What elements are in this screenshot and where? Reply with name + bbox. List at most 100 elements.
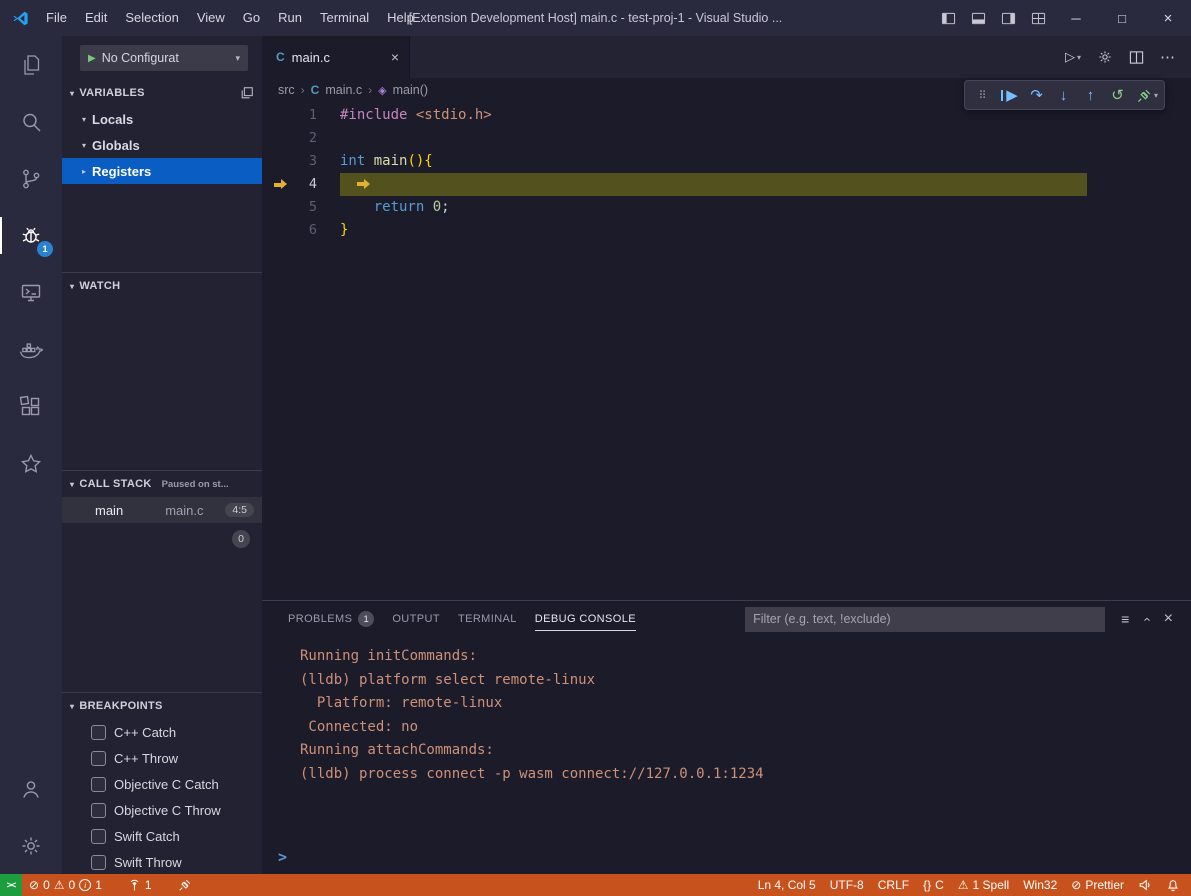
platform[interactable]: Win32 — [1016, 874, 1064, 896]
notifications-bell-icon[interactable] — [1159, 874, 1187, 896]
menu-edit[interactable]: Edit — [76, 0, 116, 36]
remote-explorer-icon[interactable] — [0, 264, 62, 321]
language-mode[interactable]: {}C — [916, 874, 951, 896]
toggle-secondary-sidebar-icon[interactable] — [993, 0, 1023, 36]
breakpoint-item[interactable]: C++ Throw — [62, 745, 262, 771]
variables-scope-registers[interactable]: ▸Registers — [62, 158, 262, 184]
debug-session-status[interactable] — [171, 874, 199, 896]
close-button[interactable]: × — [1145, 0, 1191, 36]
ports-status[interactable]: 1 — [121, 874, 159, 896]
breakpoint-item[interactable]: Swift Throw — [62, 849, 262, 874]
inline-breakpoint-icon[interactable] — [357, 178, 374, 190]
panel-tab-debug-console[interactable]: DEBUG CONSOLE — [535, 601, 636, 637]
tab-main-c[interactable]: C main.c × — [262, 36, 410, 78]
checkbox-unchecked[interactable] — [91, 751, 106, 766]
maximize-button[interactable]: □ — [1099, 0, 1145, 36]
eol[interactable]: CRLF — [871, 874, 916, 896]
breakpoints-header[interactable]: ▾ BREAKPOINTS — [62, 693, 262, 719]
spell-status[interactable]: ⚠1 Spell — [951, 874, 1016, 896]
close-panel-icon[interactable]: × — [1164, 610, 1173, 628]
cursor-position[interactable]: Ln 4, Col 5 — [751, 874, 823, 896]
line-number: 2 — [262, 127, 317, 150]
star-icon[interactable] — [0, 435, 62, 492]
callstack-header[interactable]: ▾ CALL STACK Paused on st... — [62, 471, 262, 497]
announcement-icon[interactable] — [1131, 874, 1159, 896]
continue-icon[interactable]: ▶ — [996, 82, 1023, 108]
code-line-4[interactable]: 4 printf("hello wamr-ide\n"); — [262, 173, 1191, 196]
start-debugging-icon[interactable]: ▶ — [88, 53, 96, 64]
menu-go[interactable]: Go — [234, 0, 269, 36]
extensions-icon[interactable] — [0, 378, 62, 435]
code-line-3[interactable]: 3int main(){ — [262, 150, 1191, 173]
editor-settings-gear-icon[interactable] — [1097, 49, 1113, 65]
breakpoint-item[interactable]: Objective C Catch — [62, 771, 262, 797]
toggle-panel-icon[interactable] — [963, 0, 993, 36]
chevron-down-icon: ▾ — [82, 115, 86, 124]
panel-tab-terminal[interactable]: TERMINAL — [458, 601, 517, 637]
chevron-down-icon[interactable]: ▾ — [1154, 91, 1158, 100]
breakpoint-item[interactable]: Swift Catch — [62, 823, 262, 849]
split-editor-icon[interactable] — [1129, 50, 1144, 65]
encoding[interactable]: UTF-8 — [823, 874, 871, 896]
checkbox-unchecked[interactable] — [91, 829, 106, 844]
menu-terminal[interactable]: Terminal — [311, 0, 378, 36]
breadcrumb-symbol[interactable]: main() — [393, 83, 428, 97]
problems-status[interactable]: ⊘ 0 ⚠ 0 i 1 — [22, 874, 109, 896]
variables-scope-globals[interactable]: ▾Globals — [62, 132, 262, 158]
variables-scope-locals[interactable]: ▾Locals — [62, 106, 262, 132]
step-out-icon[interactable]: ↑ — [1077, 82, 1104, 108]
breakpoint-item[interactable]: C++ Catch — [62, 719, 262, 745]
breadcrumb-file[interactable]: main.c — [325, 83, 362, 97]
prettier[interactable]: ⊘Prettier — [1064, 874, 1131, 896]
customize-layout-icon[interactable] — [1023, 0, 1053, 36]
more-actions-icon[interactable]: ⋯ — [1160, 48, 1175, 66]
statusbar: >< ⊘ 0 ⚠ 0 i 1 1 Ln 4, Col 5UTF-8CRLF{}C… — [0, 874, 1191, 896]
toggle-sidebar-icon[interactable] — [933, 0, 963, 36]
debug-config-dropdown[interactable]: ▶ No Configurat ▾ — [80, 45, 248, 71]
panel-tab-problems[interactable]: PROBLEMS1 — [288, 601, 374, 637]
panel-tab-output[interactable]: OUTPUT — [392, 601, 440, 637]
code-line-5[interactable]: 5 return 0; — [262, 196, 1191, 219]
step-into-icon[interactable]: ↓ — [1050, 82, 1077, 108]
debug-console-output[interactable]: Running initCommands:(lldb) platform sel… — [262, 637, 1191, 844]
callstack-frame[interactable]: mainmain.c4:5 — [62, 497, 262, 523]
debug-toolbar: ⠿ ▶ ↷ ↓ ↑ ↺ ▾ — [964, 80, 1165, 110]
toolbar-drag-grip[interactable]: ⠿ — [969, 82, 996, 108]
close-tab-icon[interactable]: × — [391, 49, 399, 65]
menu-selection[interactable]: Selection — [116, 0, 187, 36]
code-line-6[interactable]: 6} — [262, 219, 1191, 242]
debug-console-filter-input[interactable] — [745, 607, 1105, 632]
minimize-button[interactable]: ─ — [1053, 0, 1099, 36]
filter-options-icon[interactable]: ≡ — [1121, 611, 1129, 627]
remote-indicator[interactable]: >< — [0, 874, 22, 896]
breakpoint-item[interactable]: Objective C Throw — [62, 797, 262, 823]
settings-gear-icon[interactable] — [0, 817, 62, 874]
code-area[interactable]: 1#include <stdio.h>23int main(){4 printf… — [262, 102, 1191, 600]
checkbox-unchecked[interactable] — [91, 777, 106, 792]
checkbox-unchecked[interactable] — [91, 855, 106, 870]
source-control-icon[interactable] — [0, 150, 62, 207]
code-line-2[interactable]: 2 — [262, 127, 1191, 150]
run-file-button[interactable]: ▷▾ — [1065, 49, 1081, 65]
line-number: 1 — [262, 104, 317, 127]
docker-icon[interactable] — [0, 321, 62, 378]
menu-file[interactable]: File — [37, 0, 76, 36]
watch-header[interactable]: ▾ WATCH — [62, 273, 262, 299]
restart-icon[interactable]: ↺ — [1104, 82, 1131, 108]
error-icon: ⊘ — [29, 878, 39, 892]
step-over-icon[interactable]: ↷ — [1023, 82, 1050, 108]
menu-run[interactable]: Run — [269, 0, 311, 36]
checkbox-unchecked[interactable] — [91, 803, 106, 818]
breadcrumb-folder[interactable]: src — [278, 83, 295, 97]
variables-header[interactable]: ▾ VARIABLES — [62, 80, 262, 106]
menu-view[interactable]: View — [188, 0, 234, 36]
language-mode-label: C — [935, 878, 944, 892]
account-icon[interactable] — [0, 760, 62, 817]
explorer-icon[interactable] — [0, 36, 62, 93]
checkbox-unchecked[interactable] — [91, 725, 106, 740]
run-and-debug-icon[interactable]: 1 — [0, 207, 62, 264]
console-prompt-icon[interactable]: > — [278, 848, 287, 866]
search-icon[interactable] — [0, 93, 62, 150]
maximize-panel-icon[interactable]: › — [1139, 617, 1154, 621]
collapse-all-icon[interactable] — [240, 86, 254, 100]
